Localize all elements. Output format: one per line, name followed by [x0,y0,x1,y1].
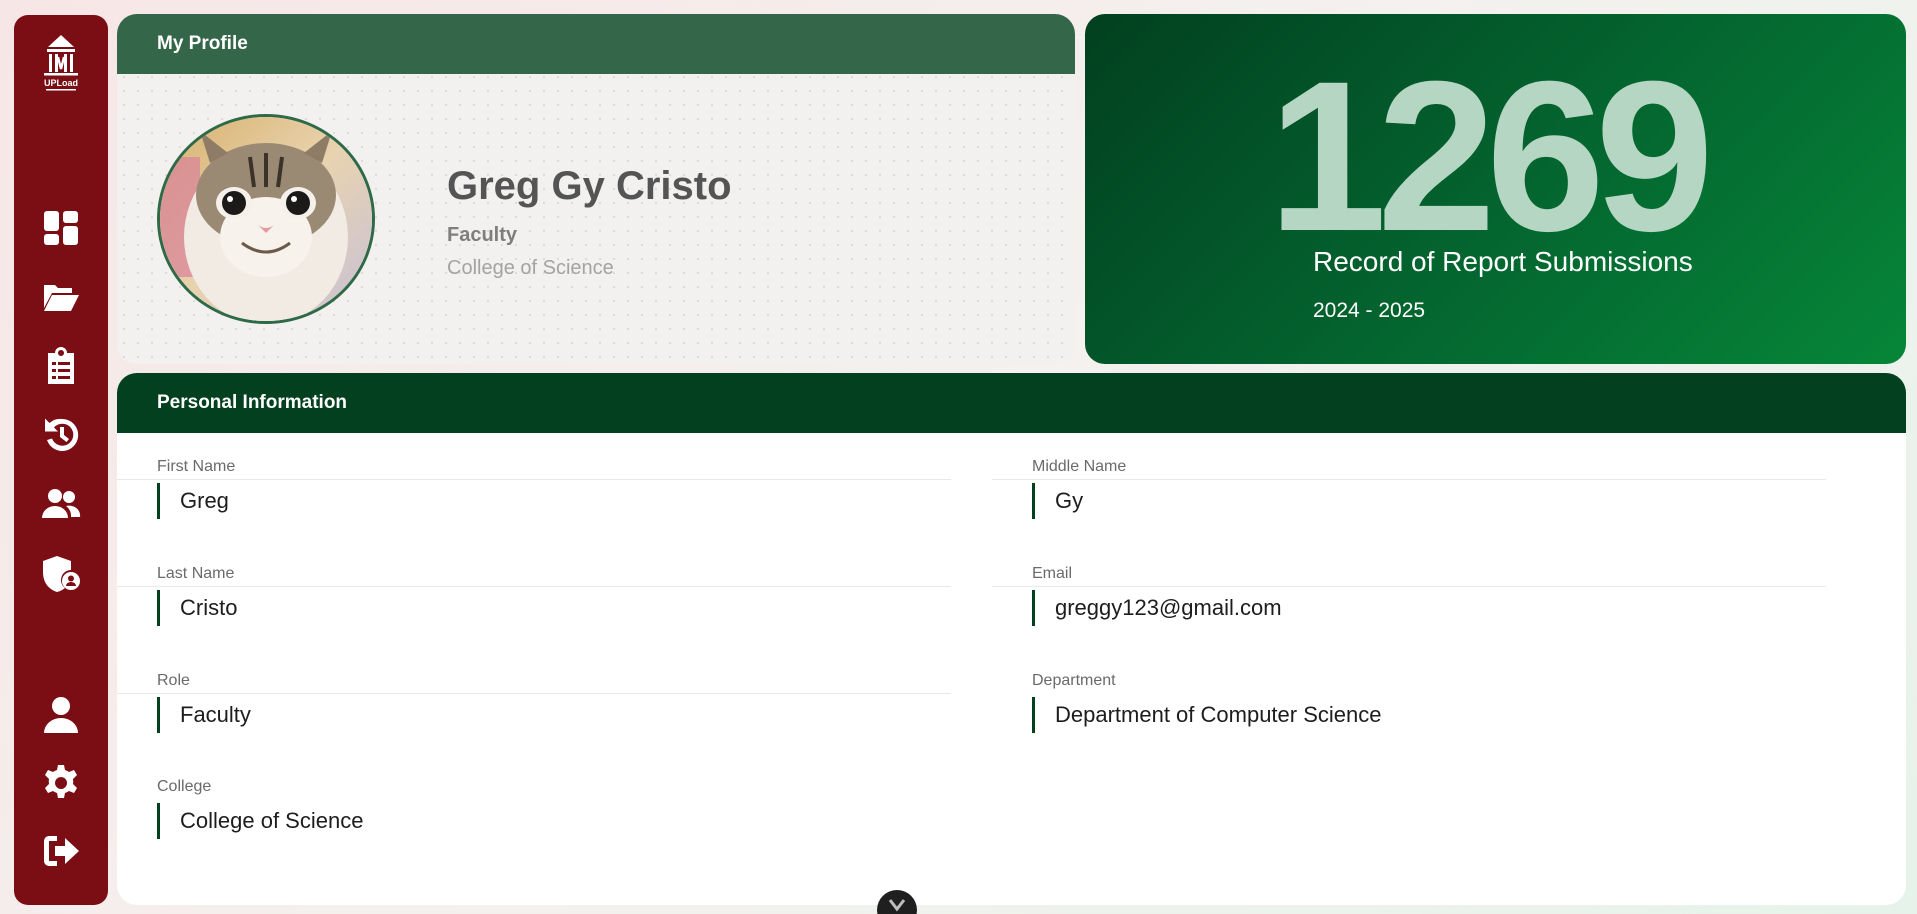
folder-open-icon [44,285,79,311]
field-value: College of Science [157,803,363,839]
clipboard-list-icon [48,347,74,384]
avatar[interactable] [157,114,375,324]
submission-count: 1269 [1268,37,1714,276]
field-first-name: First Name Greg [117,373,951,519]
history-icon [45,418,79,451]
field-college: College College of Science [117,693,951,839]
upload-logo[interactable]: UPLoad [40,33,82,95]
field-role: Role Faculty [117,587,951,733]
profile-card-header: My Profile [117,14,1075,74]
field-label: Last Name [157,565,235,582]
field-department: Department Department of Computer Scienc… [992,587,1826,733]
sidebar: UPLoad [14,15,108,905]
chevron-down-icon [888,899,906,912]
stats-card: 1269 Record of Report Submissions 2024 -… [1085,14,1906,364]
shield-user-icon [43,556,80,592]
nav-users[interactable] [14,476,108,532]
personal-info-card: Personal Information First Name Greg Mid… [117,373,1906,905]
user-icon [44,697,78,733]
field-label: Middle Name [1032,458,1127,475]
nav-profile[interactable] [14,687,108,743]
nav-dashboard[interactable] [14,200,108,256]
field-label: Department [1032,672,1116,689]
field-label: Role [157,672,190,689]
nav-documents[interactable] [14,269,108,325]
field-value: Department of Computer Science [1032,697,1382,733]
profile-college: College of Science [447,257,614,279]
nav-history[interactable] [14,407,108,463]
academic-year: 2024 - 2025 [1313,299,1426,322]
nav-reports[interactable] [14,338,108,394]
field-label: Email [1032,565,1073,582]
nav-logout[interactable] [14,823,108,879]
submission-label: Record of Report Submissions [1313,246,1693,277]
profile-role: Faculty [447,224,518,246]
field-last-name: Last Name Cristo [117,480,951,626]
field-email: Email greggy123@gmail.com [992,480,1826,626]
nav-admin[interactable] [14,545,108,601]
gear-icon [45,765,77,798]
profile-name: Greg Gy Cristo [447,164,732,208]
users-icon [42,489,81,518]
field-label: First Name [157,458,236,475]
field-middle-name: Middle Name Gy [992,373,1826,519]
svg-text:UPLoad: UPLoad [44,78,78,88]
logout-icon [44,836,79,866]
dashboard-icon [44,211,78,245]
nav-settings[interactable] [14,755,108,811]
field-label: College [157,778,212,795]
profile-card: My Profile Greg Gy Cristo Faculty Colleg… [117,14,1075,364]
